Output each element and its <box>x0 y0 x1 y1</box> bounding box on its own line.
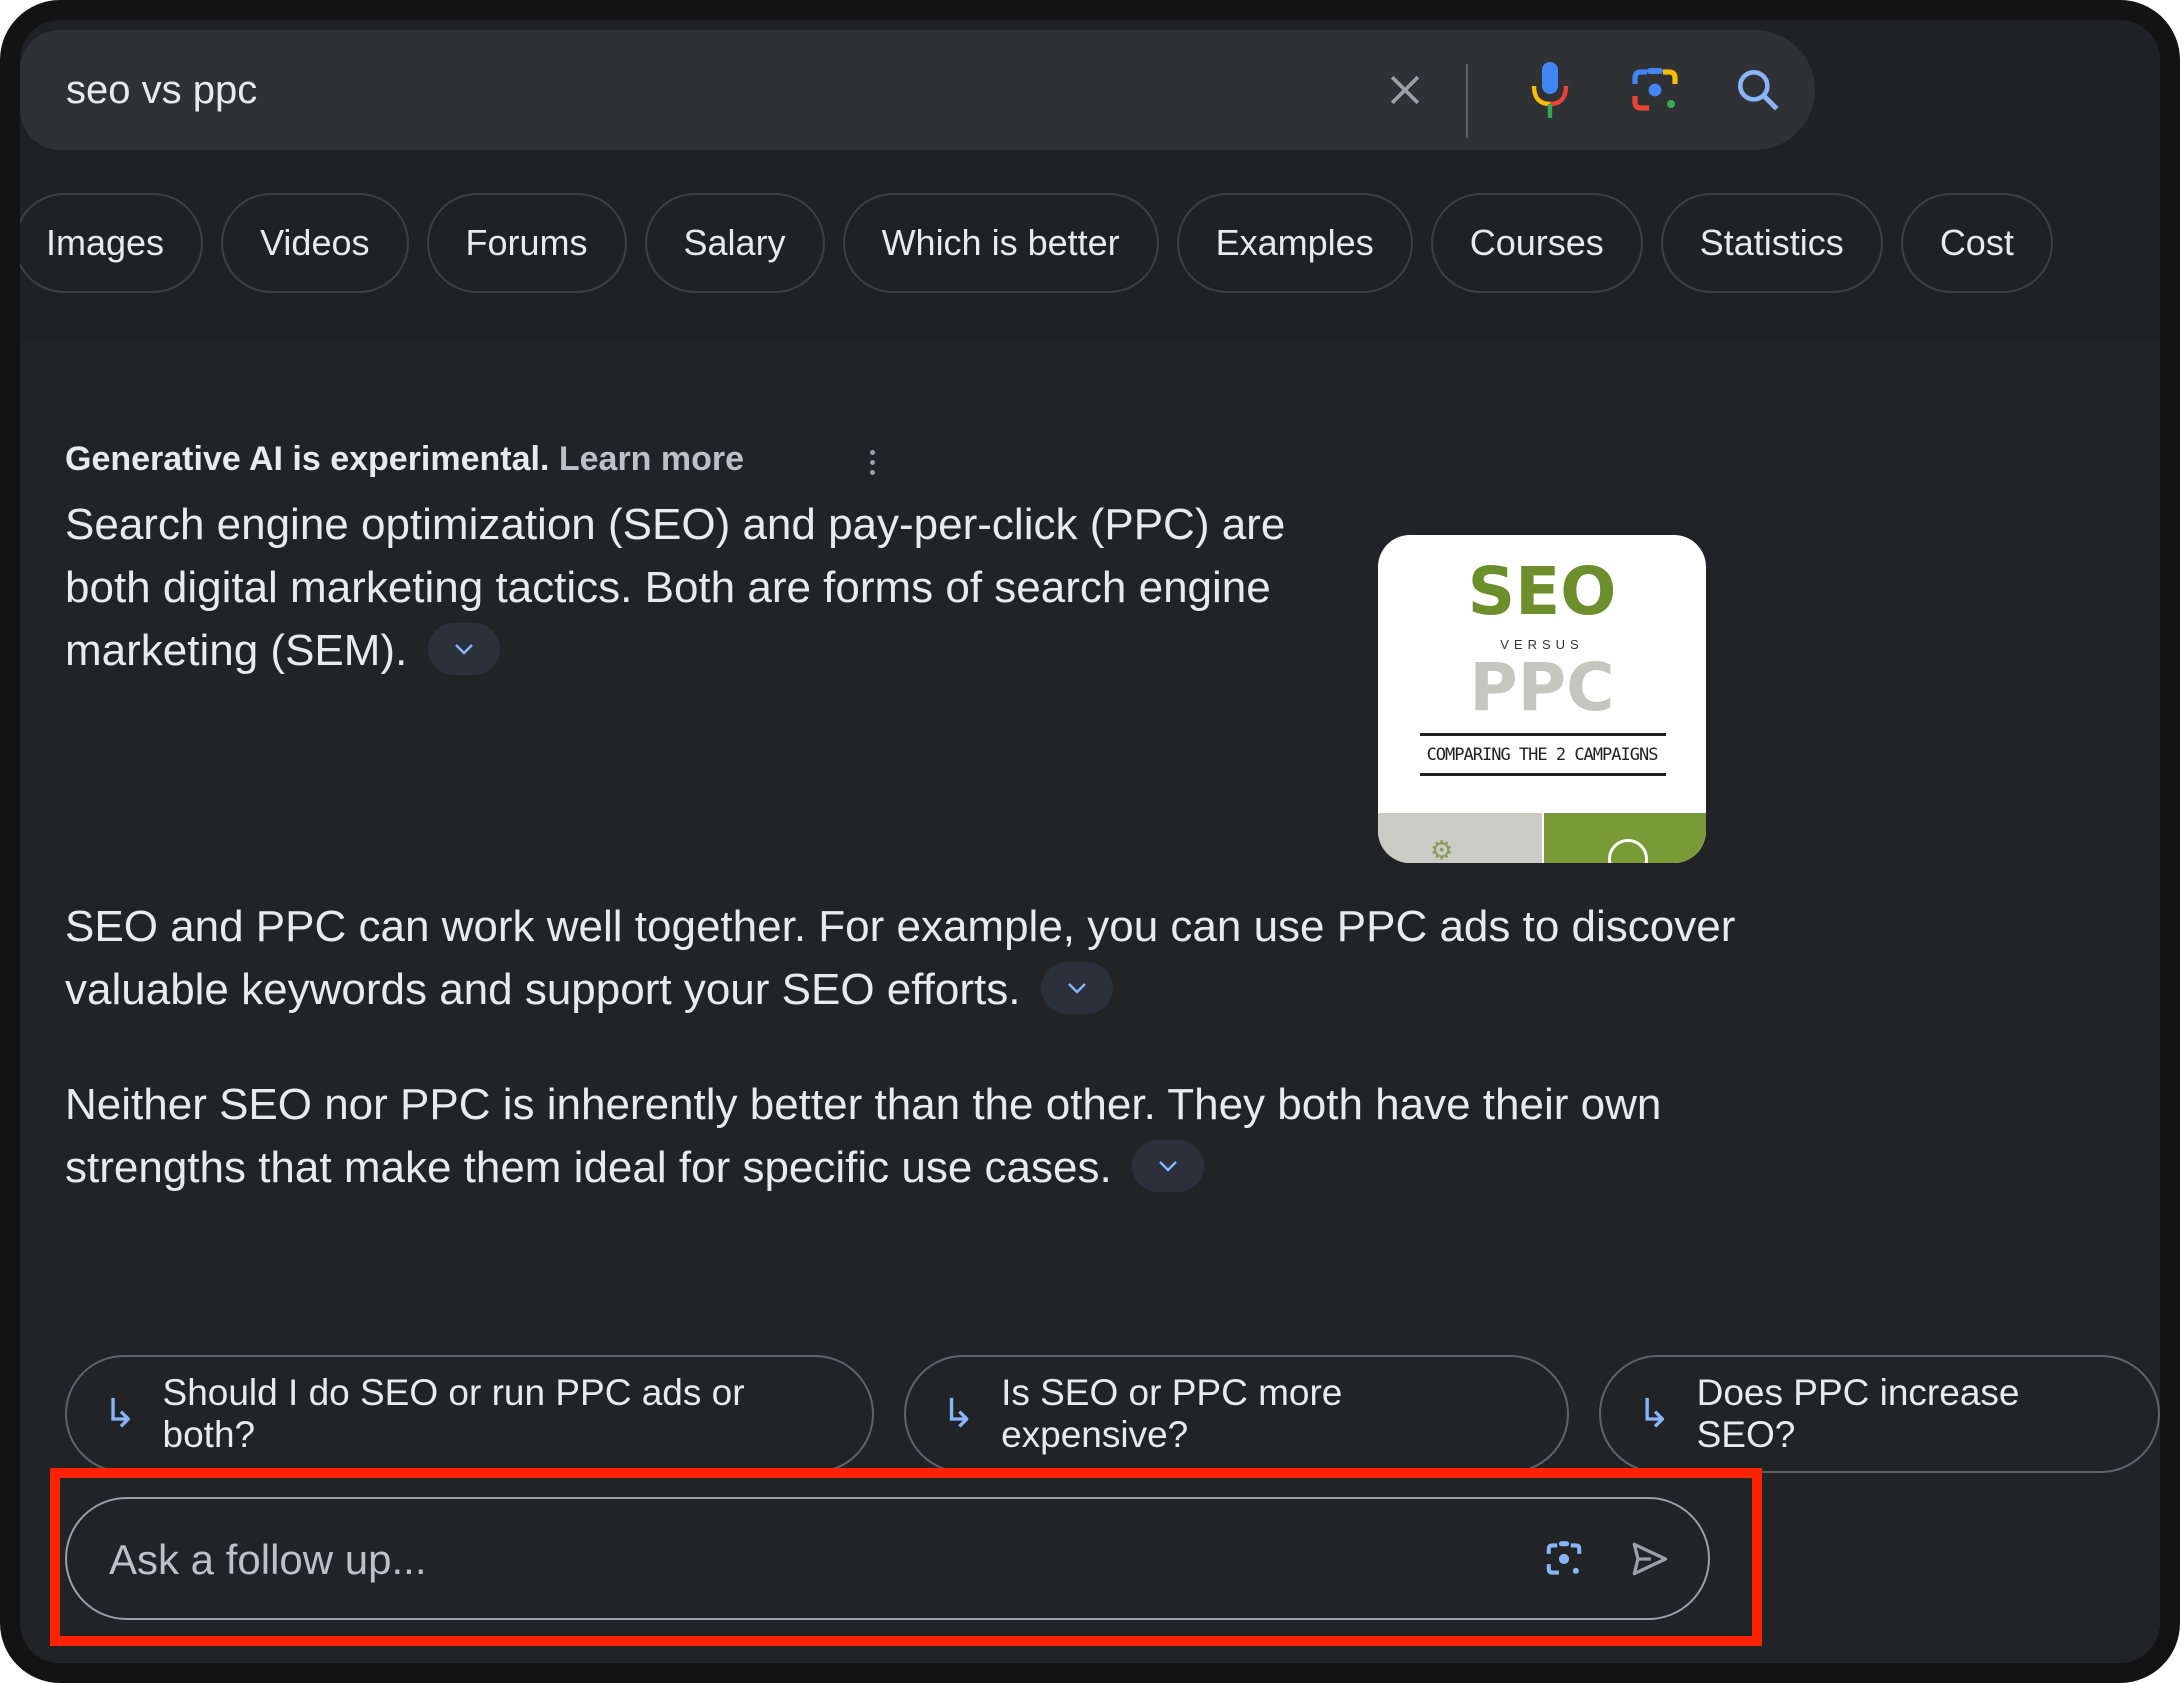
image-block-gray <box>1378 813 1542 863</box>
close-icon[interactable] <box>1375 60 1435 120</box>
reply-arrow-icon: ↳ <box>103 1392 137 1436</box>
device-frame: seo vs ppc Images Videos Forums Salary W… <box>0 0 2180 1683</box>
ai-paragraph: Search engine optimization (SEO) and pay… <box>65 493 1355 682</box>
image-title-ppc: PPC <box>1469 649 1615 726</box>
follow-up-chip[interactable]: ↳ Should I do SEO or run PPC ads or both… <box>65 1355 874 1473</box>
search-query[interactable]: seo vs ppc <box>66 30 257 150</box>
ai-disclaimer: Generative AI is experimental. Learn mor… <box>65 440 744 479</box>
follow-up-input-box[interactable] <box>65 1497 1710 1620</box>
follow-up-chip[interactable]: ↳ Does PPC increase SEO? <box>1599 1355 2160 1473</box>
follow-up-label: Does PPC increase SEO? <box>1696 1372 2020 1455</box>
follow-up-input[interactable] <box>107 1499 1511 1620</box>
chip-images[interactable]: Images <box>20 193 204 293</box>
chip-which-is-better[interactable]: Which is better <box>842 193 1159 293</box>
google-lens-icon[interactable] <box>1625 60 1685 120</box>
ai-paragraph: Neither SEO nor PPC is inherently better… <box>65 1073 1745 1199</box>
image-rule-top <box>1420 733 1666 736</box>
chip-forums[interactable]: Forums <box>426 193 627 293</box>
search-divider <box>1466 64 1468 138</box>
chip-examples[interactable]: Examples <box>1176 193 1413 293</box>
learn-more-link[interactable]: Learn more <box>559 440 744 478</box>
expand-button[interactable] <box>427 623 500 676</box>
image-caption: COMPARING THE 2 CAMPAIGNS <box>1426 745 1659 765</box>
search-icon[interactable] <box>1728 60 1788 120</box>
image-title-seo: SEO <box>1467 553 1617 630</box>
chip-cost[interactable]: Cost <box>1900 193 2053 293</box>
follow-up-label: Should I do SEO or run PPC ads or both? <box>162 1372 745 1455</box>
follow-up-label: Is SEO or PPC more expensive? <box>1001 1372 1343 1455</box>
more-options-icon[interactable] <box>862 438 882 486</box>
image-rule-bottom <box>1420 773 1666 776</box>
ai-paragraph: SEO and PPC can work well together. For … <box>65 895 1745 1021</box>
expand-button[interactable] <box>1131 1140 1204 1193</box>
gears-icon: ⚙ <box>1430 835 1454 863</box>
ai-overview: Generative AI is experimental. Learn mor… <box>20 340 2160 1663</box>
chip-statistics[interactable]: Statistics <box>1660 193 1883 293</box>
reply-arrow-icon: ↳ <box>1637 1392 1671 1436</box>
ai-paragraph-text: Search engine optimization (SEO) and pay… <box>65 500 1286 675</box>
expand-button[interactable] <box>1040 962 1113 1015</box>
microphone-icon[interactable] <box>1520 58 1580 124</box>
chip-salary[interactable]: Salary <box>644 193 825 293</box>
chevron-down-icon <box>1067 983 1086 995</box>
ai-paragraph-text: Neither SEO nor PPC is inherently better… <box>65 1080 1662 1192</box>
google-lens-icon[interactable] <box>1537 1532 1591 1586</box>
filter-chips: Images Videos Forums Salary Which is bet… <box>20 193 2053 295</box>
follow-up-suggestions: ↳ Should I do SEO or run PPC ads or both… <box>65 1355 2160 1473</box>
follow-up-chip[interactable]: ↳ Is SEO or PPC more expensive? <box>903 1355 1570 1473</box>
send-icon[interactable] <box>1622 1532 1676 1586</box>
chevron-down-icon <box>454 644 473 656</box>
ai-paragraph-text: SEO and PPC can work well together. For … <box>65 902 1736 1014</box>
chip-videos[interactable]: Videos <box>221 193 409 293</box>
ai-disclaimer-text: Generative AI is experimental. <box>65 440 550 478</box>
chip-courses[interactable]: Courses <box>1430 193 1643 293</box>
search-bar[interactable]: seo vs ppc <box>20 30 1815 150</box>
screen: seo vs ppc Images Videos Forums Salary W… <box>20 20 2160 1663</box>
reply-arrow-icon: ↳ <box>941 1392 976 1436</box>
seo-vs-ppc-image[interactable]: SEO VERSUS PPC COMPARING THE 2 CAMPAIGNS… <box>1378 535 1706 863</box>
chevron-down-icon <box>1159 1161 1177 1173</box>
